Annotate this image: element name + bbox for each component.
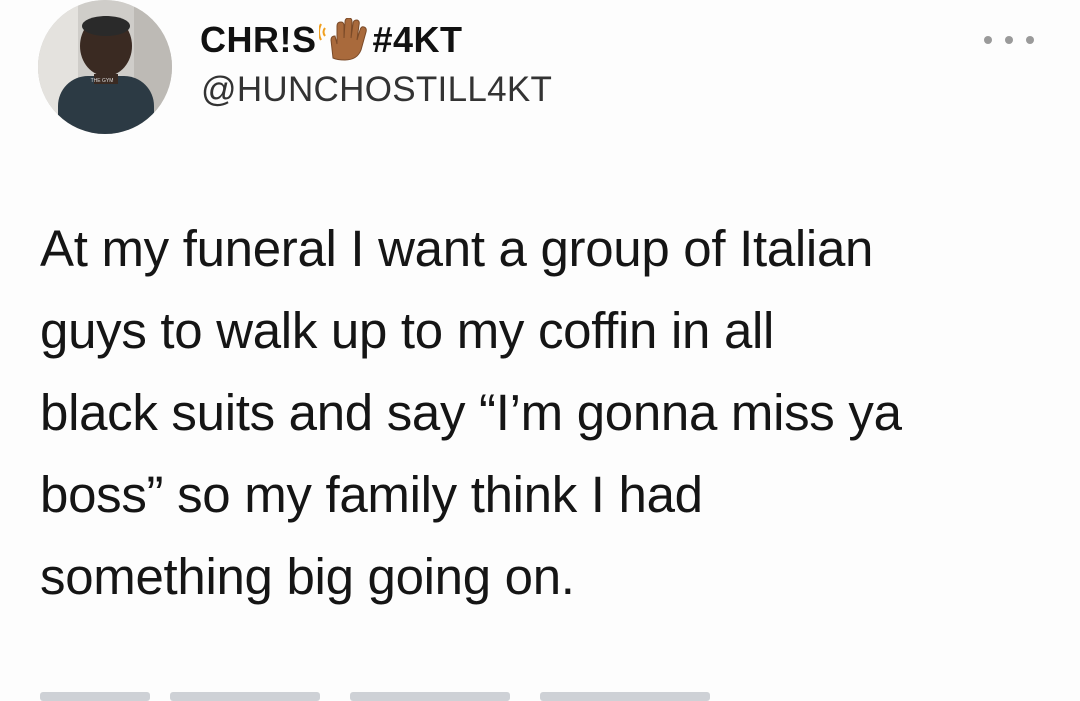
display-name-part1: CHR!S bbox=[200, 19, 317, 60]
cropped-footer-fragment bbox=[40, 692, 150, 701]
tweet-line: something big going on. bbox=[40, 548, 575, 605]
tweet-line: boss” so my family think I had bbox=[40, 466, 703, 523]
menu-dot bbox=[1026, 36, 1034, 44]
more-options-icon[interactable] bbox=[984, 30, 1034, 50]
user-handle[interactable]: @HUNCHOSTILL4KT bbox=[201, 70, 552, 110]
display-name[interactable]: CHR!S #4KT bbox=[200, 18, 463, 62]
avatar[interactable]: THE GYM bbox=[38, 0, 172, 134]
menu-dot bbox=[984, 36, 992, 44]
waving-hand-icon bbox=[318, 18, 371, 62]
tweet-line: black suits and say “I’m gonna miss ya bbox=[40, 384, 902, 441]
tweet-line: guys to walk up to my coffin in all bbox=[40, 302, 775, 359]
avatar-caption: THE GYM bbox=[91, 78, 114, 84]
display-name-part2: #4KT bbox=[372, 19, 463, 60]
cropped-footer-fragment bbox=[350, 692, 510, 701]
tweet-text: At my funeral I want a group of Italian … bbox=[40, 208, 1060, 618]
tweet-card: THE GYM CHR!S #4KT @HUNCHOSTILL4KT At my… bbox=[0, 0, 1080, 701]
cropped-footer-fragment bbox=[170, 692, 320, 701]
menu-dot bbox=[1005, 36, 1013, 44]
avatar-image: THE GYM bbox=[38, 0, 172, 134]
cropped-footer-fragment bbox=[540, 692, 710, 701]
cropped-footer bbox=[0, 688, 1080, 701]
tweet-line: At my funeral I want a group of Italian bbox=[40, 220, 874, 277]
